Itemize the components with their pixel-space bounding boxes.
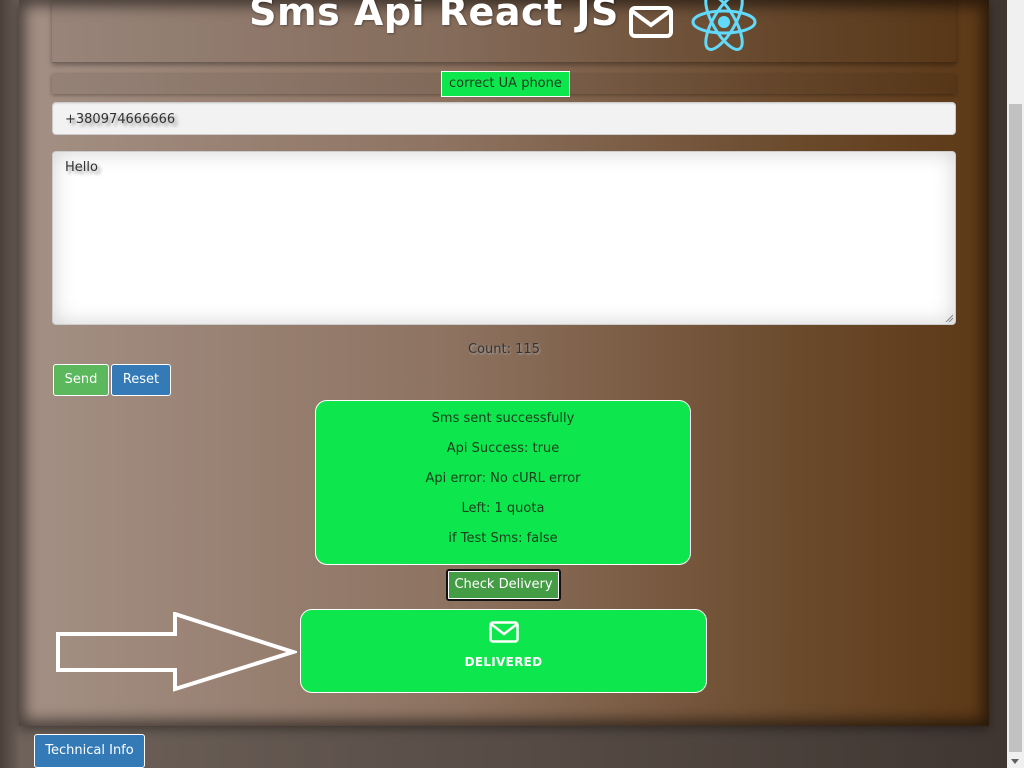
scrollbar-thumb[interactable] (1009, 104, 1022, 752)
message-textarea[interactable]: Hello (52, 151, 956, 325)
send-button[interactable]: Send (53, 364, 109, 396)
reset-button[interactable]: Reset (111, 364, 171, 396)
char-count: Count: 115 (468, 342, 540, 357)
page-title: Sms Api React JS (249, 0, 619, 34)
delivery-status-text: DELIVERED (464, 655, 543, 669)
result-line: Api error: No cURL error (425, 471, 581, 486)
right-arrow-icon (56, 612, 297, 692)
result-line: Left: 1 quota (461, 501, 545, 516)
delivery-status-panel: DELIVERED (300, 609, 707, 693)
envelope-icon (488, 621, 519, 643)
scroll-down-arrow-icon[interactable] (1011, 759, 1019, 764)
vertical-scrollbar[interactable] (1007, 0, 1024, 768)
result-line: if Test Sms: false (448, 531, 558, 546)
envelope-icon (628, 6, 673, 38)
result-line: Sms sent successfully (431, 411, 575, 426)
header-panel: Sms Api React JS (52, 0, 956, 63)
technical-info-button[interactable]: Technical Info (34, 734, 145, 768)
message-text: Hello (65, 160, 98, 175)
page-container: Sms Api React JS correct UA phone +38097… (19, 0, 989, 726)
result-line: Api Success: true (446, 441, 560, 456)
sms-result-panel: Sms sent successfully Api Success: true … (315, 400, 691, 565)
phone-status-badge: correct UA phone (441, 71, 570, 97)
react-logo-icon (691, 0, 757, 51)
check-delivery-button[interactable]: Check Delivery (446, 569, 561, 601)
phone-input[interactable]: +380974666666 (52, 102, 956, 135)
resize-grip-icon[interactable] (945, 314, 953, 322)
